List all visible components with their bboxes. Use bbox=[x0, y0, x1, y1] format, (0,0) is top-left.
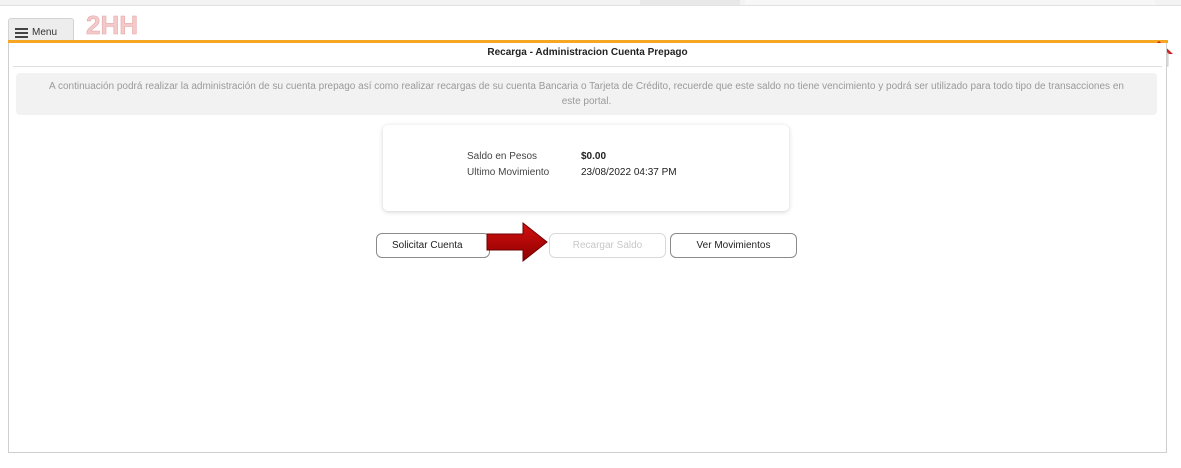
browser-tab-fragment bbox=[640, 0, 740, 5]
solicitar-cuenta-button[interactable]: Solicitar Cuenta bbox=[376, 233, 490, 258]
hamburger-icon bbox=[15, 27, 28, 38]
recargar-saldo-button[interactable]: Recargar Saldo bbox=[549, 233, 666, 258]
page-title: Recarga - Administracion Cuenta Prepago bbox=[487, 47, 688, 58]
brand-logo: 2HH bbox=[86, 10, 139, 38]
balance-card: Saldo en Pesos $0.00 Ultimo Movimiento 2… bbox=[383, 125, 789, 211]
last-movement-row: Ultimo Movimiento 23/08/2022 04:37 PM bbox=[467, 167, 677, 178]
saldo-label: Saldo en Pesos bbox=[467, 151, 538, 162]
saldo-value: $0.00 bbox=[581, 151, 607, 162]
main-content: Recarga - Administracion Cuenta Prepago … bbox=[8, 43, 1167, 453]
svg-text:2HH: 2HH bbox=[86, 10, 138, 38]
title-separator bbox=[13, 66, 1162, 67]
info-text: A continuación podrá realizar la adminis… bbox=[49, 81, 1124, 107]
top-bar: Menu 2HH bbox=[0, 6, 1181, 46]
info-message: A continuación podrá realizar la adminis… bbox=[16, 73, 1157, 115]
balance-row: Saldo en Pesos $0.00 bbox=[467, 151, 606, 162]
menu-label: Menu bbox=[32, 27, 58, 38]
ver-movimientos-button[interactable]: Ver Movimientos bbox=[670, 233, 797, 258]
movimiento-label: Ultimo Movimiento bbox=[467, 167, 550, 178]
movimiento-value: 23/08/2022 04:37 PM bbox=[581, 167, 677, 178]
browser-address-fragment bbox=[745, 0, 1155, 5]
red-arrow-icon bbox=[486, 221, 548, 263]
